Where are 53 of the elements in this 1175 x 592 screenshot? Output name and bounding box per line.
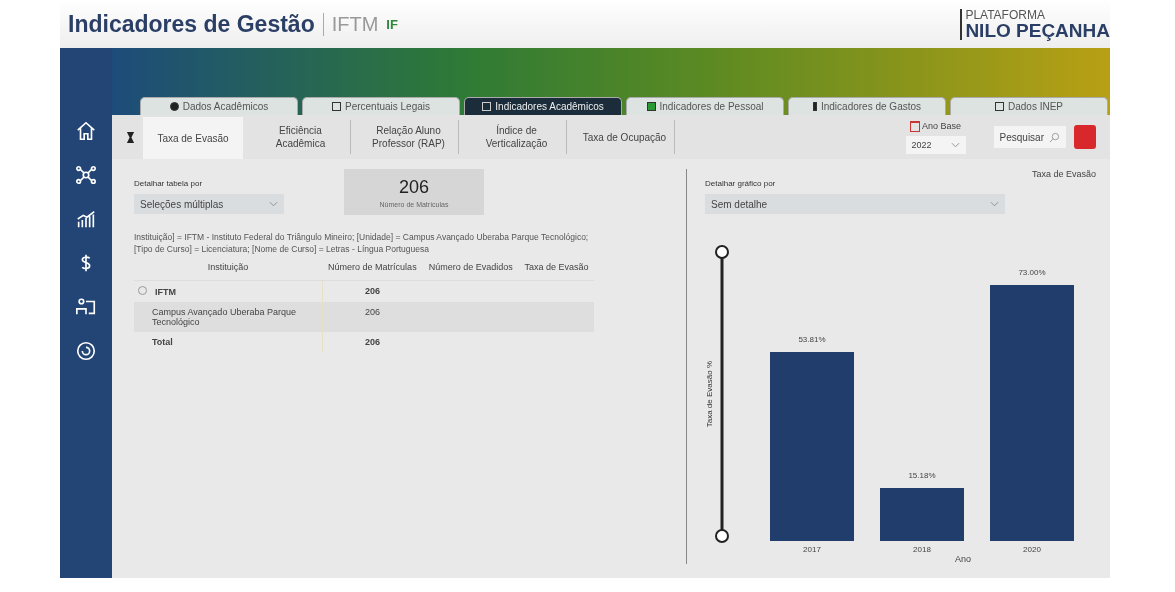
x-tick-label: 2018: [913, 545, 931, 554]
data-label: 73.00%: [1018, 267, 1046, 277]
filter-label: Detalhar tabela por: [134, 179, 204, 188]
table-detail-dropdown[interactable]: Seleções múltiplas: [134, 194, 284, 214]
dashboard-title: Indicadores de Gestão: [68, 10, 315, 38]
nav-tab[interactable]: Indicadores de Gastos: [788, 97, 946, 115]
data-label: 15.18%: [908, 470, 936, 480]
table-cell-text: Campus Avançado Uberaba Parque Tecnológico: [151, 306, 297, 327]
x-tick-label: 2017: [803, 545, 821, 554]
institution-name: IFTM: [322, 12, 379, 36]
filter-summary: Instituição] = IFTM - Instituto Federal do Triângulo Mineiro; [Unidade] = Campus Avançado Uberaba Parque Tecnológico; [Tipo de Curso] = Licenciatura; [Nome de Curso] = Letras - Língua Portuguesa: [134, 231, 590, 256]
column-header: Número de Evadidos: [428, 261, 513, 272]
chart-title: Taxa de Evasão: [1031, 169, 1097, 181]
nav-tab[interactable]: Indicadores de Pessoal: [626, 97, 784, 115]
year-label: Ano Base: [910, 120, 962, 132]
nav-tab[interactable]: Percentuais Legais: [302, 97, 460, 115]
table-cell: 206: [365, 306, 381, 317]
search-button[interactable]: Pesquisar: [993, 126, 1066, 148]
page-tab[interactable]: Índice de Verticalização: [467, 120, 567, 154]
page-tab[interactable]: Taxa de Ocupação: [575, 120, 675, 154]
institution-logo: IF: [386, 16, 398, 32]
hourglass-icon: [126, 130, 135, 144]
cycle-icon[interactable]: [75, 340, 97, 362]
nav-tab[interactable]: Dados Acadêmicos: [140, 97, 298, 115]
search-icon: [1049, 131, 1060, 143]
table-cell: 206: [365, 285, 381, 296]
chevron-down-icon: [269, 201, 278, 207]
nav-tab[interactable]: Indicadores Acadêmicos: [464, 97, 622, 115]
network-icon[interactable]: [75, 164, 97, 186]
x-tick-label: 2020: [1023, 545, 1041, 554]
chevron-down-icon: [990, 201, 999, 207]
column-header: Número de Matrículas: [328, 261, 417, 272]
slider-title: Taxa de Evasão %: [705, 360, 714, 428]
year-dropdown[interactable]: 2022: [905, 135, 966, 154]
page-tab[interactable]: Eficiência Acadêmica: [251, 120, 351, 154]
table-cell: 206: [365, 336, 381, 347]
table-cell-text: Total: [151, 336, 173, 347]
nav-tab[interactable]: Dados INEP: [950, 97, 1108, 115]
chart-detail-dropdown[interactable]: Sem detalhe: [705, 194, 1005, 214]
column-header: Taxa de Evasão: [524, 261, 589, 272]
filter-label: Detalhar gráfico por: [705, 179, 777, 188]
y-axis-range-slider[interactable]: [714, 244, 730, 544]
x-axis-title: Ano: [955, 554, 971, 564]
kpi-value: 206: [398, 176, 429, 198]
table-cell: IFTM: [155, 286, 176, 297]
column-header: Instituição: [207, 261, 249, 272]
data-label: 53.81%: [798, 334, 826, 344]
platform-logo: PLATAFORMA NILO PEÇANHA: [960, 8, 1110, 40]
home-icon[interactable]: [75, 120, 97, 142]
page-tab[interactable]: Relação Aluno Professor (RAP): [359, 120, 459, 154]
chevron-down-icon: [950, 141, 960, 148]
page-tab[interactable]: Taxa de Evasão: [143, 117, 243, 159]
chart-icon[interactable]: [75, 208, 97, 230]
